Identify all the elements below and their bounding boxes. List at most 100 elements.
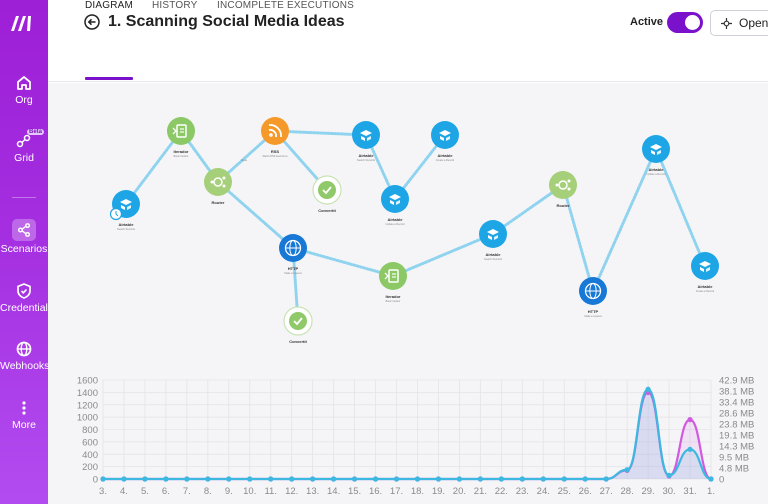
connection-line[interactable] (591, 147, 658, 293)
series-point[interactable] (100, 476, 106, 482)
module-label: Router (557, 203, 570, 208)
x-tick: 13. (306, 486, 319, 497)
module-node-http2[interactable]: HTTPMake a request (579, 277, 607, 318)
series-point[interactable] (477, 476, 483, 482)
series-point[interactable] (310, 476, 316, 482)
module-node-router1[interactable]: Router (204, 168, 232, 205)
series-point[interactable] (561, 476, 567, 482)
sidebar-item-credentials[interactable]: Credentials (0, 282, 53, 314)
module-node-iterator1[interactable]: IteradorBasic Iterator (167, 117, 195, 158)
module-label: Airtable (388, 217, 404, 222)
series-point[interactable] (121, 476, 127, 482)
series-point[interactable] (393, 476, 400, 482)
x-tick: 30. (662, 486, 675, 497)
y-tick-right: 4.8 MB (719, 464, 749, 475)
module-node-airtable3[interactable]: AirtableUpdate a Record (381, 185, 409, 226)
sidebar-item-org[interactable]: Org (0, 74, 48, 106)
series-point[interactable] (624, 467, 630, 473)
sidebar-item-more[interactable]: More (0, 399, 48, 431)
module-label: Airtable (698, 284, 714, 289)
active-toggle[interactable] (667, 12, 703, 33)
sidebar-item-label: More (12, 419, 36, 431)
series-point[interactable] (435, 476, 442, 482)
series-point[interactable] (289, 476, 295, 482)
connection-line[interactable] (561, 183, 595, 293)
series-point[interactable] (666, 472, 672, 478)
series-point[interactable] (456, 476, 463, 482)
open-button[interactable]: Open (710, 10, 768, 36)
series-point[interactable] (205, 476, 211, 482)
series-point[interactable] (142, 476, 148, 482)
series-point[interactable] (645, 386, 651, 392)
x-tick: 8. (204, 486, 212, 497)
module-label: Airtable (438, 153, 454, 158)
y-tick-left: 1000 (77, 413, 98, 424)
sidebar-item-label: Grid (14, 152, 34, 164)
module-node-http1[interactable]: HTTPMake a request (279, 234, 307, 275)
schedule-clock-icon[interactable] (109, 207, 123, 221)
series-point[interactable] (268, 476, 274, 482)
module-sublabel: Create a Record (436, 159, 455, 162)
y-tick-left: 1600 (77, 376, 98, 387)
x-tick: 18. (411, 486, 424, 497)
filter-label[interactable]: Ideas (241, 159, 248, 162)
x-tick: 19. (432, 486, 445, 497)
x-tick: 15. (348, 486, 361, 497)
series-point[interactable] (687, 417, 693, 423)
y-tick-right: 19.1 MB (719, 431, 754, 442)
module-node-iterator2[interactable]: IteradorBasic Iterator (379, 262, 407, 303)
tab-diagram[interactable]: DIAGRAM (85, 0, 133, 11)
module-label: Airtable (486, 252, 502, 257)
module-sublabel: Make a request (584, 315, 602, 318)
series-point[interactable] (414, 476, 421, 482)
scenario-diagram[interactable]: Ideas IteradorBasic Iterator Router RSSWatc… (48, 83, 768, 373)
module-node-conv1[interactable]: Convertit (312, 175, 342, 213)
make-logo-icon[interactable] (10, 13, 36, 33)
module-sublabel: Create a Record (696, 290, 715, 293)
series-point[interactable] (582, 476, 588, 482)
module-sublabel: Update a Record (386, 223, 406, 226)
series-point[interactable] (163, 476, 169, 482)
y-tick-left: 0 (93, 475, 98, 486)
series-point[interactable] (372, 476, 379, 482)
x-tick: 6. (162, 486, 170, 497)
module-node-airtable5[interactable]: AirtableSearch Records (479, 220, 507, 261)
connection-line[interactable] (216, 180, 295, 250)
series-point[interactable] (226, 476, 232, 482)
tab-incomplete-executions[interactable]: INCOMPLETE EXECUTIONS (217, 0, 354, 11)
connection-line[interactable] (291, 246, 395, 278)
back-arrow-icon[interactable] (84, 14, 100, 30)
tab-history[interactable]: HISTORY (152, 0, 198, 11)
series-point[interactable] (708, 476, 714, 482)
x-tick: 24. (537, 486, 550, 497)
x-tick: 4. (120, 486, 128, 497)
series-point[interactable] (540, 476, 546, 482)
sidebar-item-grid[interactable]: Beta Grid (0, 129, 48, 164)
y-tick-left: 600 (82, 437, 98, 448)
module-sublabel: Search Records (117, 228, 136, 231)
series-point[interactable] (331, 476, 337, 482)
toggle-knob (685, 15, 700, 30)
module-node-airtable7[interactable]: AirtableCreate a Record (691, 252, 719, 293)
sidebar-item-webhooks[interactable]: Webhooks (0, 340, 49, 372)
module-node-rss[interactable]: RSSWatch RSS feed items (261, 117, 289, 158)
series-point[interactable] (184, 476, 190, 482)
series-point[interactable] (687, 446, 693, 452)
module-node-airtable2[interactable]: AirtableCreate a Record (431, 121, 459, 162)
x-tick: 23. (516, 486, 529, 497)
module-node-conv2[interactable]: Convertit (283, 306, 313, 344)
x-tick: 29. (641, 486, 654, 497)
scenario-canvas[interactable]: Ideas Iterador Basic Iterator Router RSS Watc… (48, 83, 768, 504)
series-point[interactable] (498, 476, 504, 482)
series-point[interactable] (351, 476, 358, 482)
module-label: Airtable (119, 222, 135, 227)
sidebar-item-label: Org (15, 94, 33, 106)
series-point[interactable] (247, 476, 253, 482)
y-tick-left: 400 (82, 450, 98, 461)
module-node-router2[interactable]: Router (549, 171, 577, 208)
series-point[interactable] (603, 476, 609, 482)
sidebar-item-scenarios[interactable]: Scenarios (0, 219, 48, 255)
series-point[interactable] (519, 476, 525, 482)
connection-line[interactable] (391, 232, 495, 278)
module-label: Convertit (289, 339, 307, 344)
